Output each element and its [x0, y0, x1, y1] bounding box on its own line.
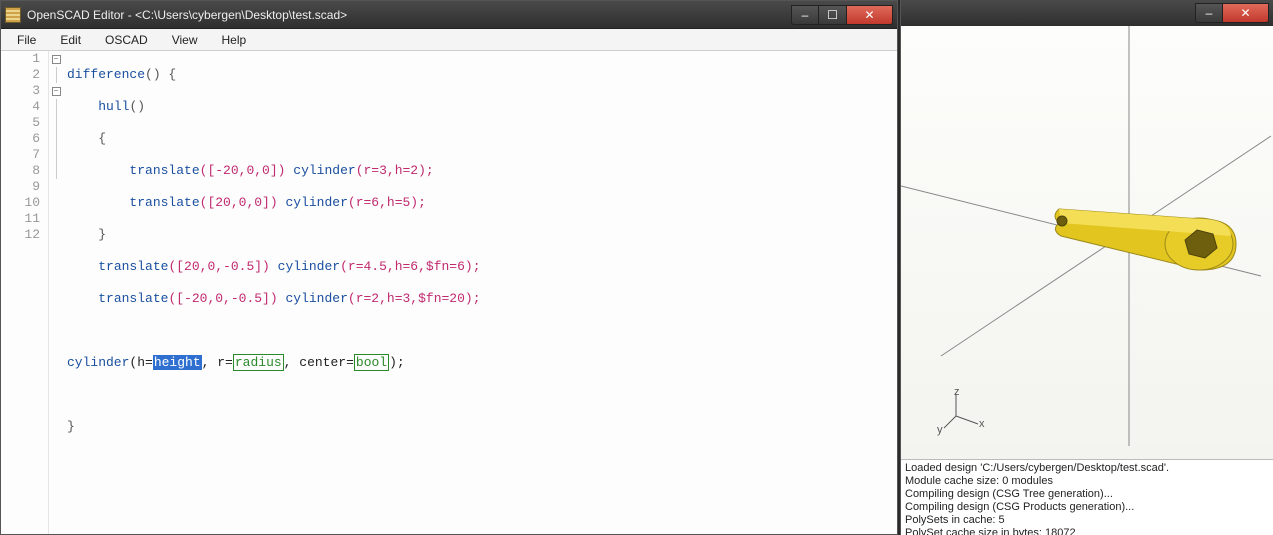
- token-fn: cylinder: [67, 355, 129, 370]
- token-fn: translate: [129, 163, 199, 178]
- editor-window: OpenSCAD Editor - <C:\Users\cybergen\Des…: [0, 0, 898, 535]
- close-button[interactable]: ✕: [847, 5, 893, 25]
- token-fn: translate: [129, 195, 199, 210]
- token: (r=3,h=2);: [356, 163, 434, 178]
- token-fn: cylinder: [285, 291, 347, 306]
- token: ([20,0,0]): [200, 195, 278, 210]
- viewer-window: – ✕: [900, 0, 1273, 535]
- token: {: [98, 131, 106, 146]
- menubar: File Edit OSCAD View Help: [1, 29, 897, 51]
- console-output[interactable]: Loaded design 'C:/Users/cybergen/Desktop…: [901, 459, 1273, 535]
- token: ([-20,0,0]): [200, 163, 286, 178]
- window-controls: – ✕: [1195, 3, 1269, 23]
- token: }: [67, 419, 75, 434]
- token-fn: cylinder: [278, 259, 340, 274]
- window-title: OpenSCAD Editor - <C:\Users\cybergen\Des…: [27, 8, 791, 22]
- editor-titlebar[interactable]: OpenSCAD Editor - <C:\Users\cybergen\Des…: [1, 1, 897, 29]
- axis-label-z: z: [954, 386, 960, 398]
- menu-view[interactable]: View: [160, 30, 210, 50]
- token: }: [98, 227, 106, 242]
- fold-toggle-icon[interactable]: −: [52, 55, 61, 64]
- viewer-titlebar[interactable]: – ✕: [901, 0, 1273, 26]
- 3d-viewport[interactable]: x y z: [901, 26, 1273, 459]
- maximize-button[interactable]: ☐: [819, 5, 847, 25]
- token: (): [129, 99, 145, 114]
- token-fn: translate: [98, 259, 168, 274]
- token: (r=4.5,h=6,$fn=6);: [340, 259, 480, 274]
- console-line: Compiling design (CSG Tree generation)..…: [905, 488, 1269, 501]
- console-line: PolySets in cache: 5: [905, 514, 1269, 527]
- minimize-button[interactable]: –: [791, 5, 819, 25]
- token: , r=: [202, 355, 233, 370]
- line-number-gutter: 1 2 3 4 5 6 7 8 9 10 11 12: [1, 51, 49, 534]
- token: );: [389, 355, 405, 370]
- menu-oscad[interactable]: OSCAD: [93, 30, 160, 50]
- token-fn: translate: [98, 291, 168, 306]
- axis-gizmo: [944, 394, 978, 428]
- calltip-param: radius: [233, 354, 284, 371]
- console-line: Compiling design (CSG Products generatio…: [905, 501, 1269, 514]
- model-body: [1055, 209, 1236, 270]
- axis-label-x: x: [979, 418, 985, 430]
- menu-file[interactable]: File: [5, 30, 48, 50]
- token-fn: hull: [98, 99, 129, 114]
- fold-toggle-icon[interactable]: −: [52, 87, 61, 96]
- menu-edit[interactable]: Edit: [48, 30, 93, 50]
- token: ([20,0,-0.5]): [168, 259, 269, 274]
- axis-label-y: y: [937, 424, 943, 436]
- token: , center=: [284, 355, 354, 370]
- token: () {: [145, 67, 176, 82]
- console-line: Module cache size: 0 modules: [905, 475, 1269, 488]
- calltip-selection: height: [153, 355, 202, 370]
- console-line: PolySet cache size in bytes: 18072: [905, 527, 1269, 535]
- token: (h=: [129, 355, 152, 370]
- code-area[interactable]: difference() { hull() { translate([-20,0…: [63, 51, 897, 534]
- token: ([-20,0,-0.5]): [168, 291, 277, 306]
- window-controls: – ☐ ✕: [791, 5, 893, 25]
- token: (r=6,h=5);: [348, 195, 426, 210]
- fold-gutter: − −: [49, 51, 63, 534]
- token-fn: cylinder: [285, 195, 347, 210]
- minimize-button[interactable]: –: [1195, 3, 1223, 23]
- menu-help[interactable]: Help: [210, 30, 259, 50]
- token-fn: cylinder: [293, 163, 355, 178]
- calltip-param: bool: [354, 354, 389, 371]
- app-icon: [5, 7, 21, 23]
- console-line: Loaded design 'C:/Users/cybergen/Desktop…: [905, 462, 1269, 475]
- close-button[interactable]: ✕: [1223, 3, 1269, 23]
- token-fn: difference: [67, 67, 145, 82]
- token: (r=2,h=3,$fn=20);: [348, 291, 481, 306]
- code-editor[interactable]: 1 2 3 4 5 6 7 8 9 10 11 12 − −: [1, 51, 897, 534]
